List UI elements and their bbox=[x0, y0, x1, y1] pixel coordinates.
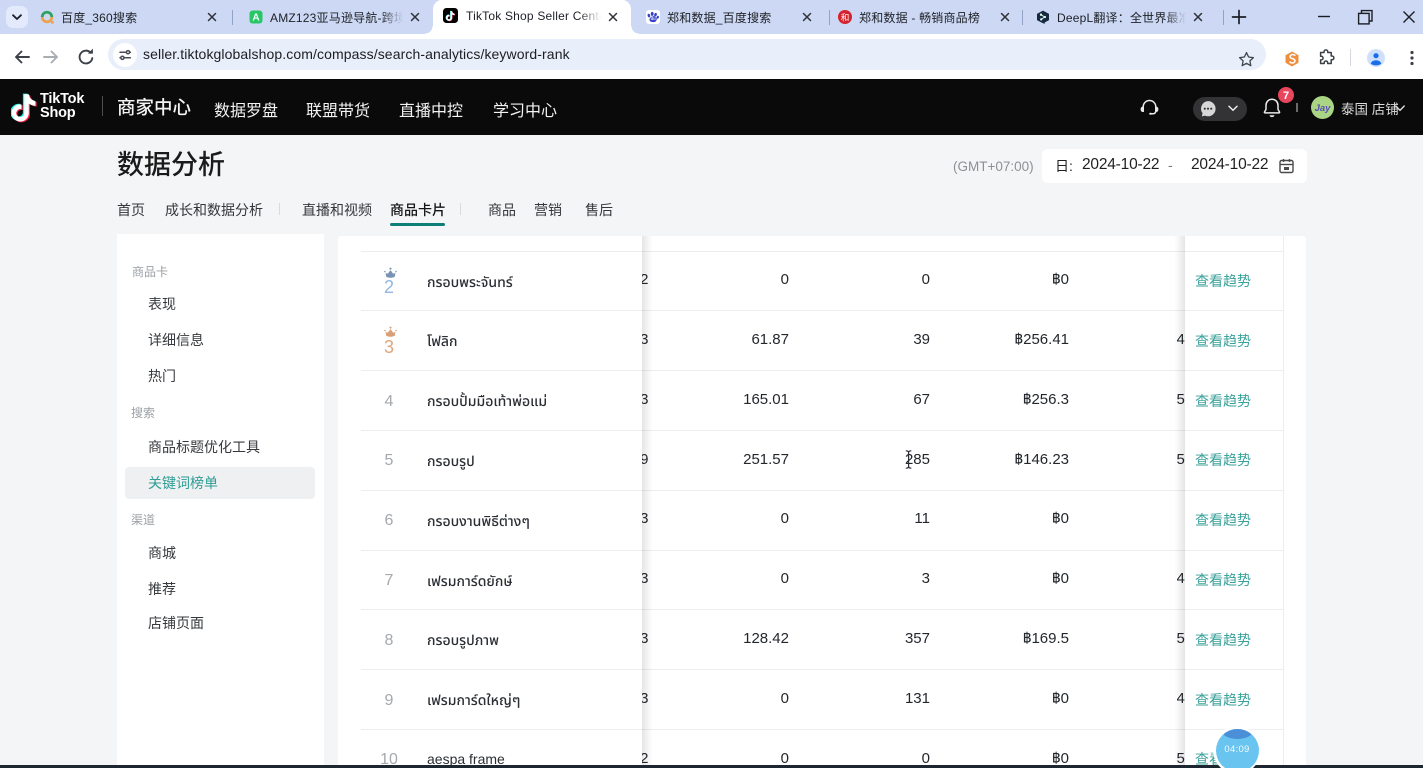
svg-text:du: du bbox=[651, 16, 657, 21]
svg-text:Jay: Jay bbox=[1315, 103, 1332, 114]
svg-text:A: A bbox=[252, 13, 259, 24]
svg-text:和: 和 bbox=[841, 11, 850, 23]
